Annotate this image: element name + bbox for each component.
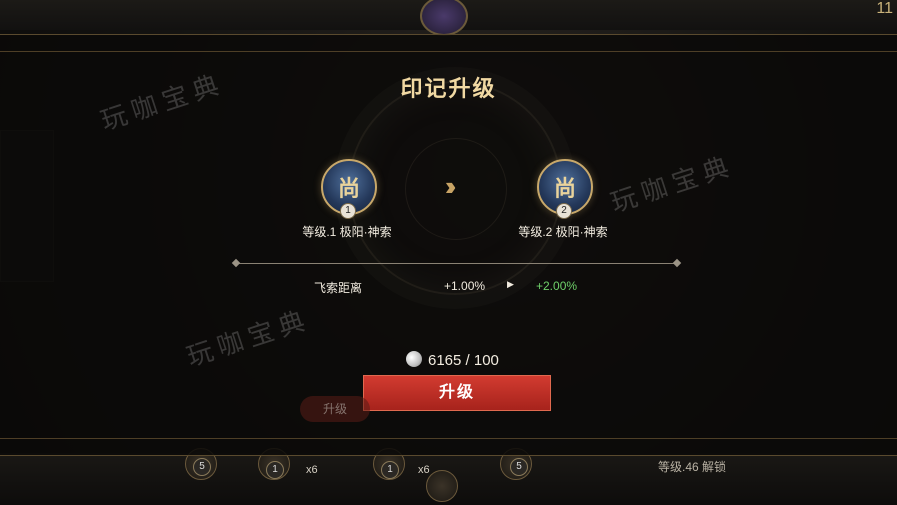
stat-divider [236,263,677,264]
slot-badge: 1 [266,461,284,479]
rune-level-badge: 2 [556,203,572,219]
modal-top-border [0,51,897,52]
corner-counter: 11 [876,0,893,17]
slot-badge: 1 [381,461,399,479]
upgrade-button[interactable]: 升级 [363,375,551,411]
cost-value: 6165 / 100 [428,352,499,369]
modal-bottom-border [0,438,897,439]
current-rune-caption: 等级.1 极阳·神索 [302,225,392,239]
rune-level-badge: 1 [340,203,356,219]
current-rune-icon: 尚 1 [321,159,377,219]
next-rune-caption: 等级.2 极阳·神索 [518,225,608,239]
rune-glyph: 尚 [337,176,360,201]
stat-name: 飞索距离 [314,281,363,295]
play-arrow-icon: ▶ [507,279,514,289]
stat-current-value: +1.00% [444,279,486,293]
slot-count: x6 [418,464,430,476]
slot-badge: 5 [510,458,528,476]
stat-next-value: +2.00% [536,279,578,293]
next-rune-icon: 尚 2 [537,159,593,219]
divider-right-dot [672,258,682,268]
rune-slot[interactable] [426,470,458,502]
slot-badge: 5 [193,458,211,476]
cost-display: 6165 / 100 [406,351,499,369]
background-upgrade-button: 升级 [300,396,370,422]
double-chevron-right-icon: ›› [445,171,457,201]
unlock-label: 等级.46 解锁 [658,460,727,474]
slot-count: x6 [306,464,318,476]
currency-icon [406,351,422,367]
divider-left-dot [231,258,241,268]
rune-glyph: 尚 [553,176,576,201]
